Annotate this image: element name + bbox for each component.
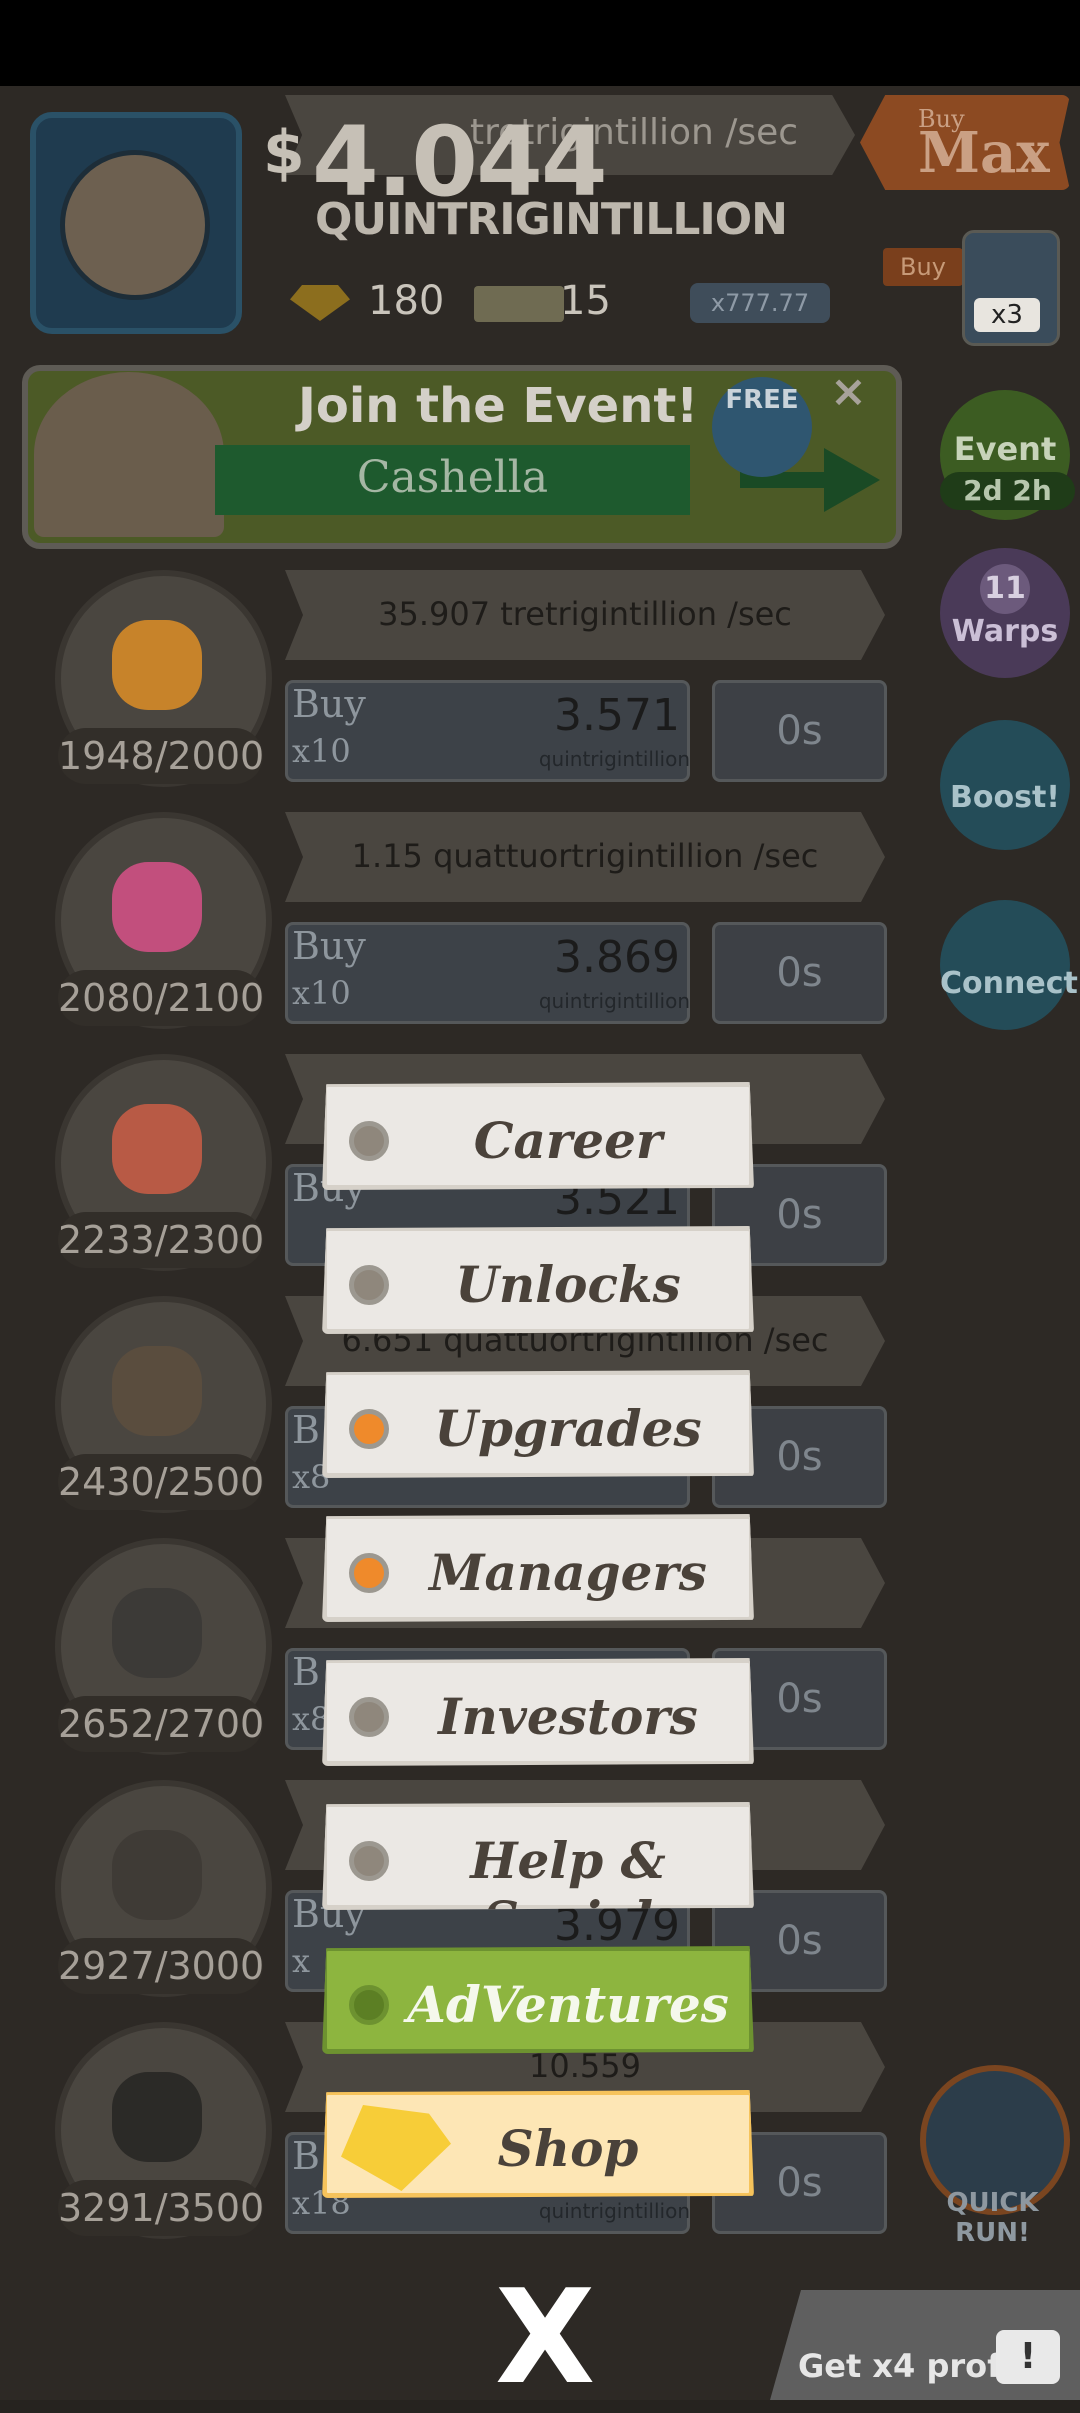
business-rate-text: 35.907 tretrigintillion /sec: [378, 595, 792, 633]
investors-status-dot: [349, 1697, 389, 1737]
menu-unlocks-label: Unlocks: [455, 1255, 681, 1314]
business-owned-count: 3291/3500: [58, 2180, 264, 2236]
menu-upgrades-label: Upgrades: [434, 1399, 702, 1458]
event-timer: 2d 2h: [940, 472, 1075, 510]
menu-shop-label: Shop: [497, 2119, 639, 2178]
event-name: Cashella: [356, 452, 549, 503]
business-buy-label: B: [292, 1650, 320, 1694]
business-timer: 0s: [712, 680, 887, 782]
free-gold-badge: FREE: [712, 377, 812, 477]
connect-label: Connect: [940, 966, 1078, 1001]
help-status-dot: [349, 1841, 389, 1881]
status-bar: [0, 0, 1080, 86]
menu-unlocks-button[interactable]: Unlocks: [322, 1226, 754, 1334]
close-icon[interactable]: ×: [830, 366, 867, 417]
donut-icon: [112, 862, 202, 952]
hockey-icon: [112, 1346, 202, 1436]
business-buy-label: Buy: [292, 924, 366, 968]
business-buy-label: B: [292, 1408, 320, 1452]
business-buy-label: B: [292, 2134, 320, 2178]
avatar: [60, 150, 210, 300]
business-buy-cost: 3.869: [554, 932, 680, 983]
business-buy-unit: quintrigintillion: [538, 747, 690, 771]
unlocks-status-dot: [349, 1265, 389, 1305]
menu-help-social-button[interactable]: Help & Social: [322, 1802, 754, 1910]
ticket-icon: [474, 286, 564, 322]
money-magnitude: QUINTRIGINTILLION: [315, 194, 788, 245]
boost-label: Boost!: [950, 780, 1060, 815]
upgrades-alert-dot: [349, 1409, 389, 1449]
menu-shop-button[interactable]: Shop: [322, 2090, 754, 2198]
money-symbol: $: [263, 118, 305, 188]
menu-upgrades-button[interactable]: Upgrades: [322, 1370, 754, 1478]
quick-run-label: QUICK RUN!: [946, 2188, 1039, 2248]
event-title: Join the Event!: [298, 378, 699, 434]
event-host-character: [34, 372, 224, 537]
business-owned-count: 1948/2000: [58, 728, 264, 784]
business-rate-text: 1.15 quattuortrigintillion /sec: [351, 837, 819, 875]
menu-career-label: Career: [473, 1111, 663, 1170]
event-badge-label: Event: [953, 430, 1057, 468]
business-owned-count: 2430/2500: [58, 1454, 264, 1510]
menu-close-button[interactable]: X: [495, 2272, 595, 2402]
buy-tag[interactable]: Buy: [883, 248, 963, 286]
menu-career-button[interactable]: Career: [322, 1082, 754, 1190]
car-badge-count: x3: [974, 298, 1040, 332]
movie-camera-icon: [112, 1588, 202, 1678]
career-status-dot: [349, 1121, 389, 1161]
oil-rig-icon: [112, 2072, 202, 2162]
business-buy-cost: 3.571: [554, 690, 680, 741]
adventures-status-dot: [349, 1985, 389, 2025]
buy-max-label: Max: [918, 120, 1050, 186]
business-owned-count: 2652/2700: [58, 1696, 264, 1752]
business-owned-count: 2233/2300: [58, 1212, 264, 1268]
managers-alert-dot: [349, 1553, 389, 1593]
boost-badge[interactable]: Boost!: [940, 720, 1070, 850]
warps-label: Warps: [951, 614, 1059, 649]
business-buy-multiplier: x10: [292, 974, 351, 1012]
menu-adventures-button[interactable]: AdVentures: [322, 1946, 754, 2054]
shrimp-icon: [112, 1104, 202, 1194]
menu-adventures-label: AdVentures: [407, 1975, 729, 2034]
business-timer: 0s: [712, 922, 887, 1024]
business-buy-multiplier: x: [292, 1942, 311, 1980]
pizza-icon: [112, 620, 202, 710]
menu-investors-button[interactable]: Investors: [322, 1658, 754, 1766]
connect-badge[interactable]: Connect: [940, 900, 1078, 1030]
business-buy-unit: quintrigintillion: [538, 2199, 690, 2223]
business-buy-multiplier: x10: [292, 732, 351, 770]
gold-count: 180: [368, 278, 445, 324]
tv-icon: !: [996, 2330, 1060, 2384]
profit-multiplier-badge: x777.77: [690, 283, 830, 323]
bank-icon: [112, 1830, 202, 1920]
business-owned-count: 2080/2100: [58, 970, 264, 1026]
business-buy-unit: quintrigintillion: [538, 989, 690, 1013]
warps-count: 11: [980, 564, 1030, 614]
business-buy-label: Buy: [292, 682, 366, 726]
ticket-count: 15: [560, 278, 611, 324]
menu-managers-label: Managers: [429, 1543, 707, 1602]
business-owned-count: 2927/3000: [58, 1938, 264, 1994]
menu-managers-button[interactable]: Managers: [322, 1514, 754, 1622]
menu-investors-label: Investors: [438, 1687, 698, 1746]
